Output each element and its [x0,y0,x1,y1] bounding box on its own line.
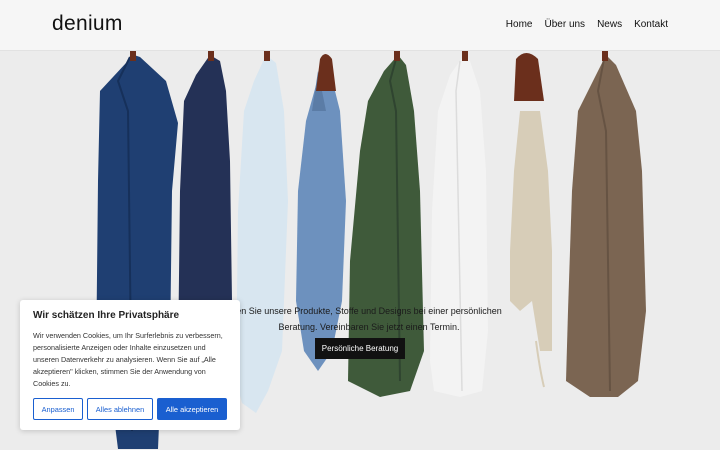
cookie-text: Wir verwenden Cookies, um Ihr Surferlebn… [33,331,223,388]
cookie-title: Wir schätzen Ihre Privatsphäre [33,310,180,321]
nav-contact[interactable]: Kontakt [634,19,668,30]
cookie-banner: Wir schätzen Ihre Privatsphäre Wir verwe… [20,300,240,430]
main-nav: Home Über uns News Kontakt [494,19,668,30]
nav-news[interactable]: News [597,19,622,30]
logo[interactable]: denium [52,12,123,36]
nav-home[interactable]: Home [506,19,533,30]
hero-text: en Sie unsere Produkte, Stoffe und Desig… [236,306,502,332]
garment-beige-trousers [510,53,552,388]
garment-light-blue-shirt [236,51,288,413]
consultation-button[interactable]: Persönliche Beratung [315,338,405,359]
garment-white-shirt [430,51,488,397]
garment-brown-jacket [566,51,646,397]
nav-about[interactable]: Über uns [544,19,585,30]
reject-all-button[interactable]: Alles ablehnen [87,398,153,420]
cookie-buttons: Anpassen Alles ablehnen Alle akzeptieren [33,398,227,420]
customize-button[interactable]: Anpassen [33,398,83,420]
site-header: denium Home Über uns News Kontakt [0,0,720,51]
accept-all-button[interactable]: Alle akzeptieren [157,398,227,420]
